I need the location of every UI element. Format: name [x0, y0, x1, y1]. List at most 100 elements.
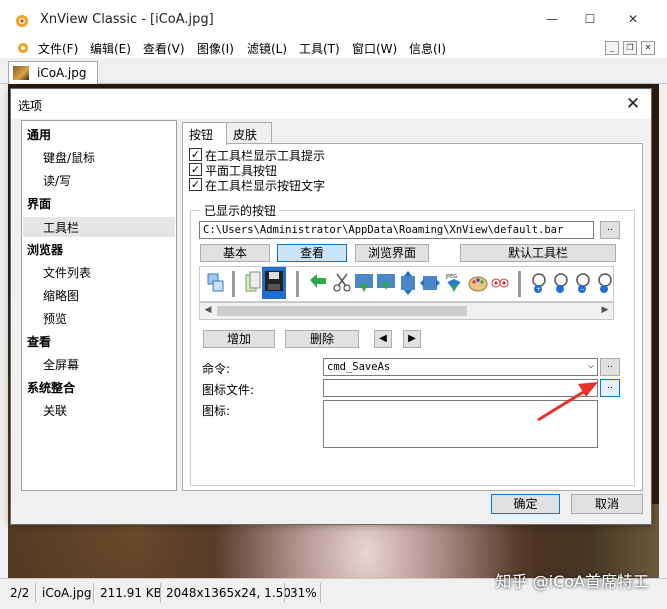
tree-item-browser[interactable]: 浏览器 — [27, 241, 63, 258]
toolbar-buttons-preview[interactable]: JPEG + − — [199, 266, 614, 302]
scroll-left-icon[interactable]: ◀ — [201, 305, 215, 317]
command-label: 命令: — [202, 362, 231, 376]
scroll-thumb[interactable] — [217, 306, 467, 316]
tree-item-system-integration[interactable]: 系统整合 — [27, 379, 75, 396]
flip-icon[interactable] — [376, 270, 396, 296]
menu-info[interactable]: 信息(I) — [409, 40, 446, 57]
zoom-in-icon[interactable]: + — [530, 270, 550, 296]
mdi-restore-button[interactable]: ❐ — [623, 41, 637, 55]
move-left-button[interactable]: ◀ — [374, 330, 392, 348]
zoom-actual-icon[interactable] — [552, 270, 572, 296]
document-tabstrip: iCoA.jpg — [0, 58, 667, 84]
scissors-icon[interactable] — [332, 270, 352, 296]
toolbar-preview-scrollbar[interactable]: ◀ ▶ — [199, 302, 614, 320]
document-icon[interactable] — [16, 41, 30, 55]
red-eye-icon[interactable] — [490, 270, 510, 296]
zoom-out-icon[interactable]: − — [574, 270, 594, 296]
tree-item-view[interactable]: 查看 — [27, 333, 51, 350]
svg-text:JPEG: JPEG — [445, 274, 458, 280]
checkbox-label: 在工具栏显示按钮文字 — [205, 179, 326, 193]
title-bar: XnView Classic - [iCoA.jpg] — ☐ ✕ — [0, 0, 667, 38]
cancel-button[interactable]: 取消 — [571, 494, 643, 514]
dialog-titlebar: 选项 ✕ — [11, 89, 651, 119]
svg-text:−: − — [580, 286, 585, 293]
default-toolbar-button[interactable]: 默认工具栏 — [460, 244, 616, 262]
zoom-fit-icon[interactable] — [596, 270, 614, 296]
tree-item-interface[interactable]: 界面 — [27, 195, 51, 212]
undo-arrow-icon[interactable] — [308, 270, 328, 296]
status-zoom: 31% — [290, 586, 317, 600]
mdi-close-button[interactable]: ✕ — [641, 41, 655, 55]
rotate-down-icon[interactable] — [354, 270, 374, 296]
maximize-button[interactable]: ☐ — [567, 0, 613, 38]
status-dimensions: 2048x1365x24, 1.50 — [166, 586, 291, 600]
command-browse-button[interactable]: .. — [600, 358, 620, 376]
menu-window[interactable]: 窗口(W) — [352, 40, 397, 57]
xnview-logo-icon — [16, 15, 28, 27]
browse-toolbar-file-button[interactable]: .. — [600, 221, 620, 239]
preset-view-button[interactable]: 查看 — [277, 244, 347, 262]
tree-item-keyboard-mouse[interactable]: 键盘/鼠标 — [43, 149, 95, 166]
dialog-title: 选项 — [18, 99, 43, 113]
close-button[interactable]: ✕ — [610, 0, 656, 38]
tree-item-toolbar[interactable]: 工具栏 — [43, 219, 79, 236]
options-category-tree: 通用 键盘/鼠标 读/写 界面 工具栏 浏览器 文件列表 缩略图 预览 查看 全… — [21, 120, 177, 491]
mdi-minimize-button[interactable]: _ — [605, 41, 619, 55]
status-filesize: 211.91 KB — [100, 586, 162, 600]
menu-bar: 文件(F) 编辑(E) 查看(V) 图像(I) 滤镜(L) 工具(T) 窗口(W… — [0, 38, 667, 58]
window-title: XnView Classic - [iCoA.jpg] — [40, 12, 214, 27]
tree-item-file-list[interactable]: 文件列表 — [43, 264, 91, 281]
preset-browser-button[interactable]: 浏览界面 — [355, 244, 429, 262]
watermark-text: 知乎 @iCoA首席特工 — [495, 572, 649, 591]
displayed-buttons-group: 已显示的按钮 C:\Users\Administrator\AppData\Ro… — [190, 202, 635, 486]
menu-edit[interactable]: 编辑(E) — [90, 40, 131, 57]
move-right-button[interactable]: ▶ — [403, 330, 421, 348]
tree-item-general[interactable]: 通用 — [27, 126, 51, 143]
icon-label: 图标: — [202, 404, 231, 418]
tree-item-thumbnails[interactable]: 缩略图 — [43, 287, 79, 304]
tree-item-preview[interactable]: 预览 — [43, 310, 67, 327]
menu-tools[interactable]: 工具(T) — [299, 40, 340, 57]
delete-button[interactable]: 删除 — [285, 330, 359, 348]
svg-text:+: + — [536, 286, 541, 293]
checkbox-check-icon: ✓ — [189, 148, 202, 161]
menu-view[interactable]: 查看(V) — [143, 40, 185, 57]
tree-item-read-write[interactable]: 读/写 — [43, 172, 71, 189]
status-filename: iCoA.jpg — [42, 586, 92, 600]
add-button[interactable]: 增加 — [203, 330, 275, 348]
thumbnails-icon[interactable] — [206, 270, 226, 296]
group-title: 已显示的按钮 — [201, 202, 280, 219]
menu-filter[interactable]: 滤镜(L) — [247, 40, 287, 57]
tab-buttons[interactable]: 按钮 — [182, 122, 227, 145]
options-dialog: 选项 ✕ 通用 键盘/鼠标 读/写 界面 工具栏 浏览器 文件列表 缩略图 预览… — [10, 88, 652, 525]
options-tabs: 按钮 皮肤 — [182, 122, 642, 145]
command-value: cmd_SaveAs — [327, 361, 391, 373]
icon-file-field[interactable] — [323, 379, 598, 397]
ok-button[interactable]: 确定 — [491, 494, 560, 514]
icon-file-label: 图标文件: — [202, 383, 255, 397]
chevron-down-icon: ⌵ — [587, 360, 594, 371]
tree-item-associations[interactable]: 关联 — [43, 402, 67, 419]
image-thumbnail-icon — [13, 66, 29, 80]
status-index: 2/2 — [10, 586, 30, 600]
color-palette-icon[interactable] — [468, 270, 488, 296]
resize-vertical-icon[interactable] — [398, 270, 418, 296]
checkbox-check-icon: ✓ — [189, 178, 202, 191]
tab-label: iCoA.jpg — [37, 66, 87, 80]
icon-file-browse-button[interactable]: .. — [600, 379, 620, 397]
tab-skins[interactable]: 皮肤 — [226, 122, 272, 144]
convert-jpeg-icon[interactable]: JPEG — [444, 270, 464, 296]
preset-basic-button[interactable]: 基本 — [200, 244, 270, 262]
buttons-tab-panel: ✓ 在工具栏显示工具提示 ✓ 平面工具按钮 ✓ 在工具栏显示按钮文字 已显示的按… — [182, 143, 643, 491]
command-combobox[interactable]: cmd_SaveAs ⌵ — [323, 358, 598, 376]
save-as-icon[interactable] — [262, 267, 286, 299]
scroll-right-icon[interactable]: ▶ — [598, 305, 612, 317]
menu-image[interactable]: 图像(I) — [197, 40, 234, 57]
toolbar-file-path-field[interactable]: C:\Users\Administrator\AppData\Roaming\X… — [199, 221, 594, 239]
menu-file[interactable]: 文件(F) — [38, 40, 78, 57]
copy-icon[interactable] — [244, 270, 264, 296]
tree-item-fullscreen[interactable]: 全屏幕 — [43, 356, 79, 373]
tab-icoa-jpg[interactable]: iCoA.jpg — [8, 61, 98, 84]
resize-horizontal-icon[interactable] — [420, 270, 440, 296]
dialog-close-button[interactable]: ✕ — [623, 94, 643, 114]
